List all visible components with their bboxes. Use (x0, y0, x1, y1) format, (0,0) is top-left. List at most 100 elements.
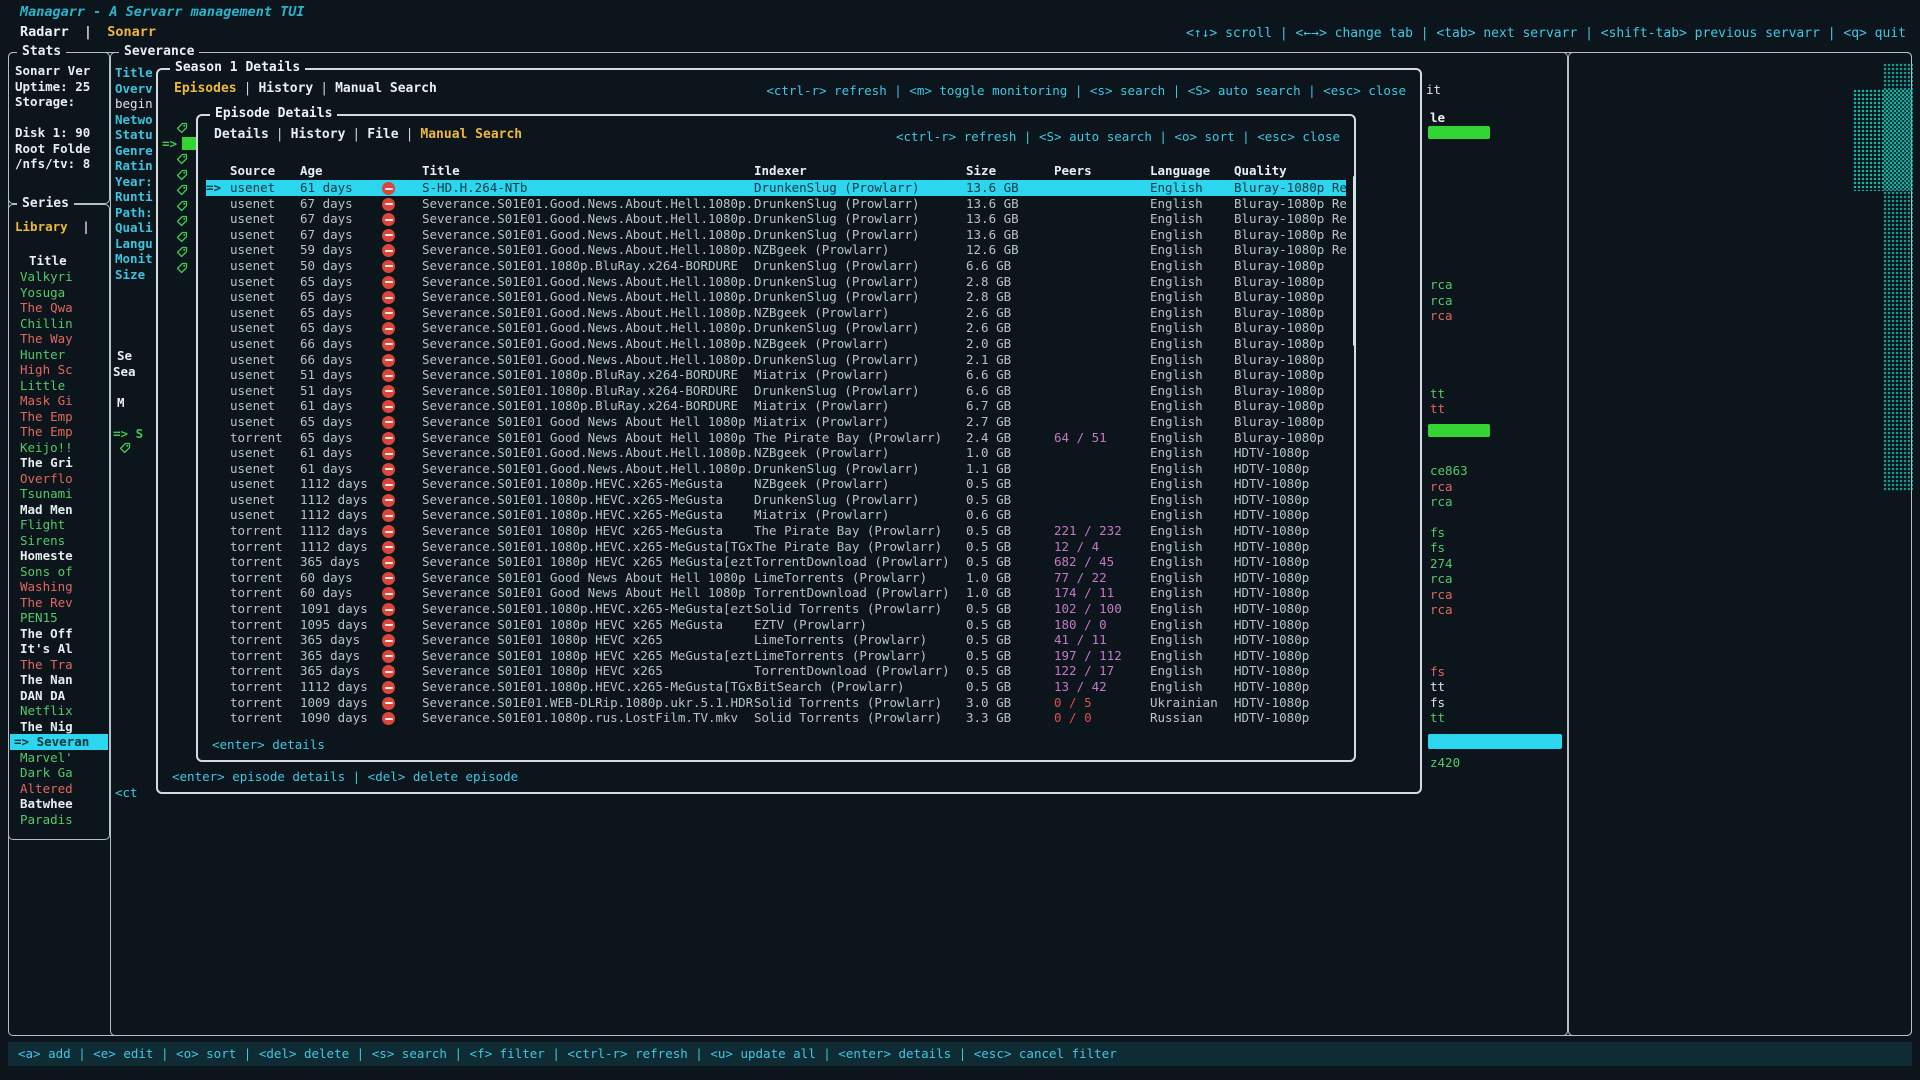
tab-sonarr[interactable]: Sonarr (107, 24, 156, 40)
series-item[interactable]: The Emp (10, 409, 108, 425)
series-item[interactable]: Netflix (10, 703, 108, 719)
series-item[interactable]: The Nig (10, 719, 108, 735)
release-row[interactable]: =>usenet61 daysS-HD.H.264-NTbDrunkenSlug… (206, 180, 1346, 196)
series-item[interactable]: It's Al (10, 641, 108, 657)
rejected-icon (382, 242, 422, 258)
series-item[interactable]: Sirens (10, 533, 108, 549)
release-row[interactable]: usenet65 daysSeverance.S01E01.Good.News.… (206, 289, 1346, 305)
series-item[interactable]: The Nan (10, 672, 108, 688)
release-row[interactable]: usenet61 daysSeverance.S01E01.Good.News.… (206, 461, 1346, 477)
monitored-tag-icon[interactable] (160, 198, 200, 214)
scrollbar-thumb[interactable] (1353, 176, 1356, 346)
series-item[interactable]: Little (10, 378, 108, 394)
release-row[interactable]: usenet1112 daysSeverance.S01E01.1080p.HE… (206, 492, 1346, 508)
release-row[interactable]: torrent1095 daysSeverance S01E01 1080p H… (206, 617, 1346, 633)
series-item[interactable]: Overflo (10, 471, 108, 487)
release-row[interactable]: torrent365 daysSeverance S01E01 1080p HE… (206, 554, 1346, 570)
series-item[interactable]: Homeste (10, 548, 108, 564)
tab-manual-search[interactable]: Manual Search (420, 127, 522, 142)
release-row[interactable]: usenet65 daysSeverance.S01E01.Good.News.… (206, 320, 1346, 336)
release-row[interactable]: usenet65 daysSeverance.S01E01.Good.News.… (206, 274, 1346, 290)
tab-history[interactable]: History (258, 81, 313, 96)
release-row[interactable]: torrent1112 daysSeverance S01E01 1080p H… (206, 523, 1346, 539)
release-row[interactable]: usenet67 daysSeverance.S01E01.Good.News.… (206, 211, 1346, 227)
release-row[interactable]: usenet65 daysSeverance S01E01 Good News … (206, 414, 1346, 430)
series-item[interactable]: The Gri (10, 455, 108, 471)
size-cell: 3.0 GB (966, 695, 1054, 711)
text-fragment: rca (1430, 293, 1453, 308)
series-item[interactable]: Keijo!! (10, 440, 108, 456)
release-row[interactable]: usenet1112 daysSeverance.S01E01.1080p.HE… (206, 507, 1346, 523)
release-row[interactable]: torrent1009 daysSeverance.S01E01.WEB-DLR… (206, 695, 1346, 711)
release-row[interactable]: usenet51 daysSeverance.S01E01.1080p.BluR… (206, 383, 1346, 399)
series-item[interactable]: Batwhee (10, 796, 108, 812)
release-row[interactable]: usenet50 daysSeverance.S01E01.1080p.BluR… (206, 258, 1346, 274)
selected-season-row-fragment[interactable]: => S (113, 426, 143, 441)
monitored-tag-icon[interactable] (160, 244, 200, 260)
series-item[interactable]: Chillin (10, 316, 108, 332)
series-item[interactable]: The Emp (10, 424, 108, 440)
tab-details[interactable]: Details (214, 127, 269, 142)
series-item[interactable]: Valkyri (10, 269, 108, 285)
release-row[interactable]: torrent1091 daysSeverance.S01E01.1080p.H… (206, 601, 1346, 617)
release-row[interactable]: torrent60 daysSeverance S01E01 Good News… (206, 585, 1346, 601)
release-row[interactable]: torrent365 daysSeverance S01E01 1080p HE… (206, 663, 1346, 679)
monitored-tag-icon[interactable] (160, 167, 200, 183)
release-row[interactable]: usenet67 daysSeverance.S01E01.Good.News.… (206, 227, 1346, 243)
series-item[interactable]: Flight (10, 517, 108, 533)
tab-file[interactable]: File (367, 127, 398, 142)
series-item[interactable]: PEN15 (10, 610, 108, 626)
series-item[interactable]: Dark Ga (10, 765, 108, 781)
series-item[interactable]: The Way (10, 331, 108, 347)
series-item[interactable]: High Sc (10, 362, 108, 378)
monitored-tag-icon[interactable] (160, 151, 200, 167)
release-row[interactable]: torrent1112 daysSeverance.S01E01.1080p.H… (206, 679, 1346, 695)
release-row[interactable]: usenet61 daysSeverance.S01E01.1080p.BluR… (206, 398, 1346, 414)
language-cell: English (1150, 617, 1234, 633)
tab-history[interactable]: History (291, 127, 346, 142)
series-item[interactable]: Washing (10, 579, 108, 595)
row-marker (206, 554, 230, 570)
tab-library[interactable]: Library (15, 219, 68, 234)
release-row[interactable]: torrent60 daysSeverance S01E01 Good News… (206, 570, 1346, 586)
series-item[interactable]: The Rev (10, 595, 108, 611)
release-row[interactable]: torrent365 daysSeverance S01E01 1080p HE… (206, 632, 1346, 648)
release-row[interactable]: torrent365 daysSeverance S01E01 1080p HE… (206, 648, 1346, 664)
series-item[interactable]: Altered (10, 781, 108, 797)
series-item[interactable]: Yosuga (10, 285, 108, 301)
series-item[interactable]: The Tra (10, 657, 108, 673)
release-row[interactable]: usenet67 daysSeverance.S01E01.Good.News.… (206, 196, 1346, 212)
release-row[interactable]: usenet66 daysSeverance.S01E01.Good.News.… (206, 352, 1346, 368)
series-item[interactable]: Sons of (10, 564, 108, 580)
series-item[interactable]: The Off (10, 626, 108, 642)
release-row[interactable]: usenet65 daysSeverance.S01E01.Good.News.… (206, 305, 1346, 321)
series-item[interactable]: DAN DA (10, 688, 108, 704)
episode-row[interactable]: => (160, 136, 200, 152)
release-row[interactable]: torrent65 daysSeverance S01E01 Good News… (206, 430, 1346, 446)
language-cell: English (1150, 227, 1234, 243)
release-row[interactable]: usenet1112 daysSeverance.S01E01.1080p.HE… (206, 476, 1346, 492)
series-item[interactable]: Hunter (10, 347, 108, 363)
tab-radarr[interactable]: Radarr (20, 24, 69, 40)
series-item[interactable]: Mad Men (10, 502, 108, 518)
monitored-tag-icon[interactable] (160, 120, 200, 136)
tab-episodes[interactable]: Episodes (174, 81, 237, 96)
release-row[interactable]: usenet66 daysSeverance.S01E01.Good.News.… (206, 336, 1346, 352)
series-item[interactable]: The Qwa (10, 300, 108, 316)
release-row[interactable]: usenet59 daysSeverance.S01E01.Good.News.… (206, 242, 1346, 258)
monitored-tag-icon[interactable] (160, 213, 200, 229)
release-row[interactable]: torrent1090 daysSeverance.S01E01.1080p.r… (206, 710, 1346, 726)
release-row[interactable]: usenet51 daysSeverance.S01E01.1080p.BluR… (206, 367, 1346, 383)
release-row[interactable]: usenet61 daysSeverance.S01E01.Good.News.… (206, 445, 1346, 461)
series-item[interactable]: Tsunami (10, 486, 108, 502)
release-row[interactable]: torrent1112 daysSeverance.S01E01.1080p.H… (206, 539, 1346, 555)
series-item[interactable]: Mask Gi (10, 393, 108, 409)
tab-manual-search[interactable]: Manual Search (335, 81, 437, 96)
series-item[interactable]: Paradis (10, 812, 108, 828)
quality-cell: HDTV-1080p (1234, 461, 1346, 477)
series-item[interactable]: Marvel' (10, 750, 108, 766)
monitored-tag-icon[interactable] (160, 182, 200, 198)
series-item[interactable]: => Severan (10, 734, 108, 750)
monitored-tag-icon[interactable] (160, 229, 200, 245)
monitored-tag-icon[interactable] (160, 260, 200, 276)
